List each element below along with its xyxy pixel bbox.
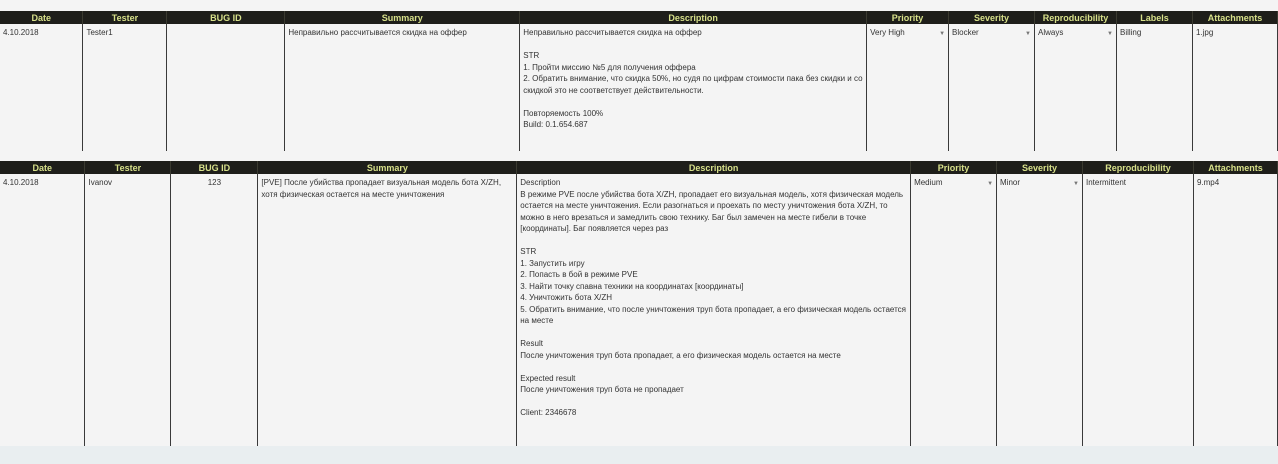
cell-labels[interactable]: Billing xyxy=(1116,24,1193,153)
sheet-bottom-edge xyxy=(0,446,1278,464)
row-gap xyxy=(0,151,1278,161)
cell-date[interactable]: 4.10.2018 xyxy=(0,174,86,460)
cell-priority-dropdown[interactable]: Very High ▼ xyxy=(866,24,950,153)
header-reproducibility[interactable]: Reproducibility xyxy=(1034,11,1117,24)
table-row: 4.10.2018 Tester1 Неправильно рассчитыва… xyxy=(0,24,1278,153)
cell-date[interactable]: 4.10.2018 xyxy=(0,24,84,153)
cell-tester[interactable]: Tester1 xyxy=(82,24,168,153)
cell-description[interactable]: Description В режиме PVE после убийства … xyxy=(516,174,912,460)
cell-description[interactable]: Неправильно рассчитывается скидка на офф… xyxy=(519,24,868,153)
cell-severity-dropdown[interactable]: Minor ▼ xyxy=(996,174,1083,460)
header-bug-id[interactable]: BUG ID xyxy=(166,11,286,24)
header-severity[interactable]: Severity xyxy=(948,11,1035,24)
table-row: 4.10.2018 Ivanov 123 [PVE] После убийств… xyxy=(0,174,1278,460)
table-header-row: Date Tester BUG ID Summary Description P… xyxy=(0,11,1278,24)
severity-value: Minor xyxy=(1000,178,1021,187)
header-description[interactable]: Description xyxy=(516,161,912,174)
cell-bug-id[interactable] xyxy=(166,24,286,153)
header-severity[interactable]: Severity xyxy=(996,161,1083,174)
cell-tester[interactable]: Ivanov xyxy=(84,174,172,460)
header-date[interactable]: Date xyxy=(0,11,84,24)
cell-attachments[interactable]: 1.jpg xyxy=(1192,24,1278,153)
chevron-down-icon[interactable]: ▼ xyxy=(1073,177,1079,191)
severity-value: Blocker xyxy=(952,28,979,37)
header-labels[interactable]: Labels xyxy=(1116,11,1193,24)
header-date[interactable]: Date xyxy=(0,161,86,174)
chevron-down-icon[interactable]: ▼ xyxy=(1025,27,1031,41)
chevron-down-icon[interactable]: ▼ xyxy=(987,177,993,191)
reproducibility-value: Always xyxy=(1038,28,1064,37)
header-reproducibility[interactable]: Reproducibility xyxy=(1082,161,1194,174)
cell-attachments[interactable]: 9.mp4 xyxy=(1193,174,1278,460)
cell-summary[interactable]: Неправильно рассчитывается скидка на офф… xyxy=(284,24,521,153)
header-summary[interactable]: Summary xyxy=(257,161,518,174)
header-tester[interactable]: Tester xyxy=(82,11,168,24)
spreadsheet-canvas: Date Tester BUG ID Summary Description P… xyxy=(0,0,1278,464)
header-priority[interactable]: Priority xyxy=(910,161,998,174)
cell-severity-dropdown[interactable]: Blocker ▼ xyxy=(948,24,1035,153)
cell-priority-dropdown[interactable]: Medium ▼ xyxy=(910,174,998,460)
cell-reproducibility-dropdown[interactable]: Always ▼ xyxy=(1034,24,1117,153)
priority-value: Medium xyxy=(914,178,943,187)
header-priority[interactable]: Priority xyxy=(866,11,950,24)
chevron-down-icon[interactable]: ▼ xyxy=(939,27,945,41)
chevron-down-icon[interactable]: ▼ xyxy=(1107,27,1113,41)
header-summary[interactable]: Summary xyxy=(284,11,521,24)
bug-table-2: Date Tester BUG ID Summary Description P… xyxy=(0,161,1278,460)
bug-table-1: Date Tester BUG ID Summary Description P… xyxy=(0,11,1278,153)
header-attachments[interactable]: Attachments xyxy=(1192,11,1278,24)
table-header-row: Date Tester BUG ID Summary Description P… xyxy=(0,161,1278,174)
cell-bug-id[interactable]: 123 xyxy=(170,174,259,460)
header-tester[interactable]: Tester xyxy=(84,161,172,174)
priority-value: Very High xyxy=(870,28,905,37)
cell-reproducibility[interactable]: Intermittent xyxy=(1082,174,1194,460)
header-description[interactable]: Description xyxy=(519,11,868,24)
header-bug-id[interactable]: BUG ID xyxy=(170,161,259,174)
header-attachments[interactable]: Attachments xyxy=(1193,161,1278,174)
cell-summary[interactable]: [PVE] После убийства пропадает визуальна… xyxy=(257,174,518,460)
